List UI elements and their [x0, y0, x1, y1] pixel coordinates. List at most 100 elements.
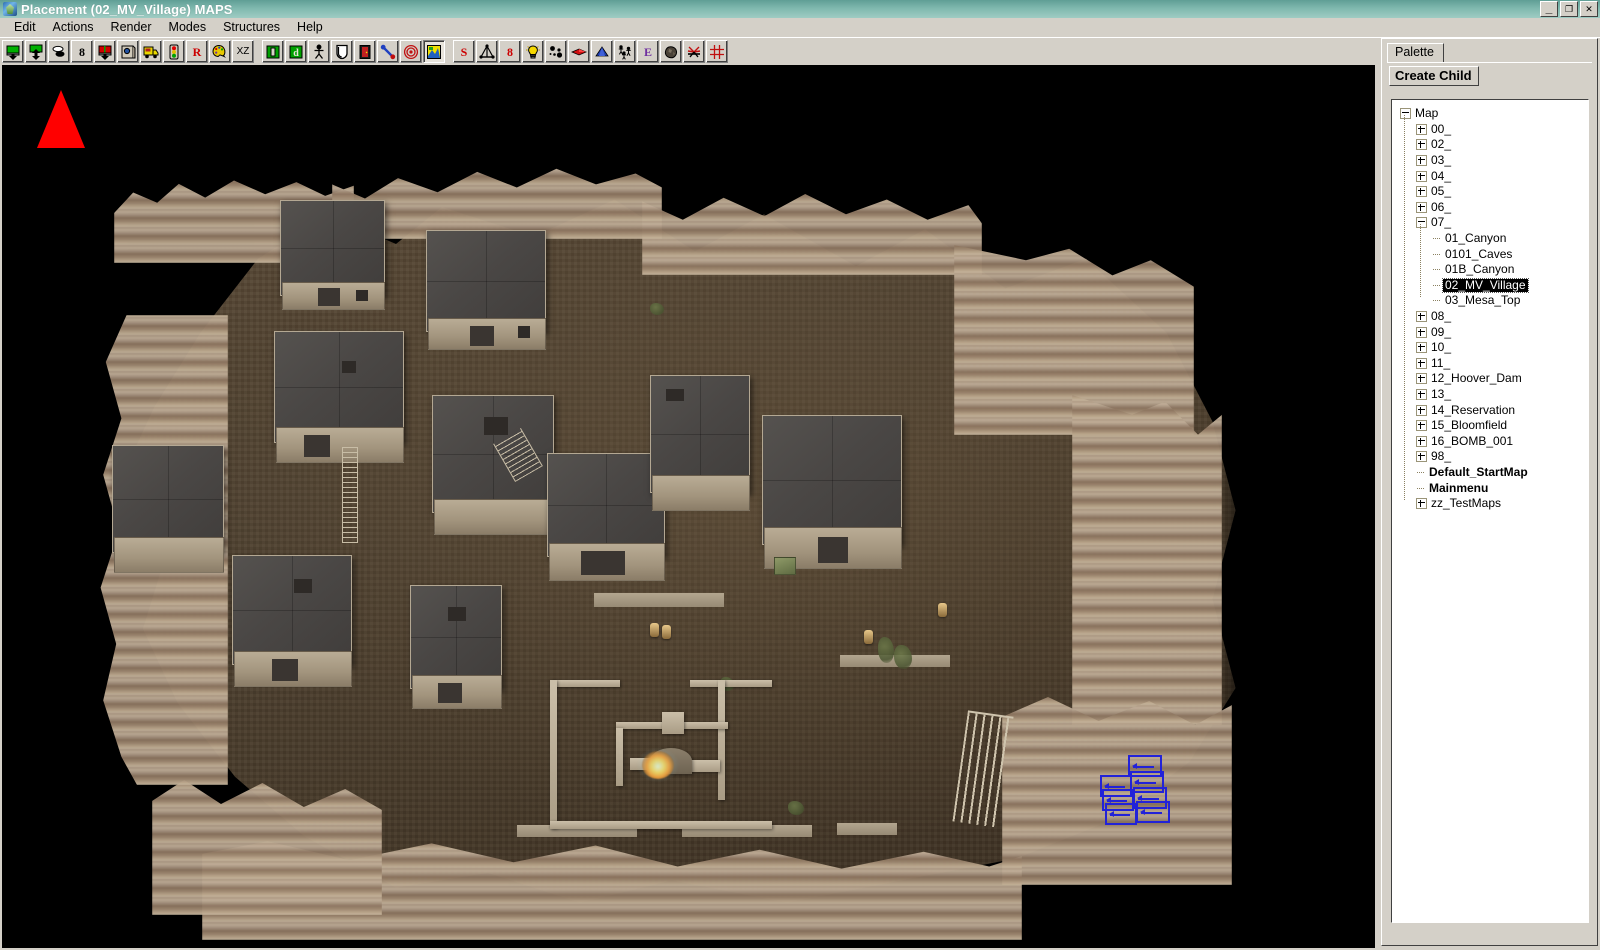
target-icon[interactable]	[400, 40, 422, 63]
expand-icon[interactable]	[1416, 357, 1427, 369]
expand-icon[interactable]	[1416, 498, 1427, 510]
effect-button[interactable]: E	[637, 40, 659, 63]
menu-item-structures[interactable]: Structures	[215, 19, 289, 35]
shrub-1	[878, 637, 894, 663]
restore-button[interactable]: ❐	[1560, 1, 1578, 17]
path-segment-mid	[594, 593, 724, 607]
expand-icon[interactable]	[1416, 373, 1427, 385]
expand-icon[interactable]	[1416, 451, 1427, 463]
compound-inner-wall-left	[616, 728, 623, 786]
crate-center	[774, 557, 796, 575]
expand-icon[interactable]	[1416, 326, 1427, 338]
texture-swatch-icon[interactable]	[423, 40, 445, 63]
tree-item-default-startmap[interactable]: Default_StartMap	[1392, 465, 1588, 481]
menu-item-render[interactable]: Render	[103, 19, 161, 35]
rock-icon[interactable]	[660, 40, 682, 63]
tree-item-label: 16_BOMB_001	[1431, 433, 1514, 448]
tree-item-13[interactable]: 13_	[1392, 387, 1588, 403]
tab-palette[interactable]: Palette	[1387, 43, 1444, 62]
explosion-icon[interactable]	[683, 40, 705, 63]
tree-item-mainmenu[interactable]: Mainmenu	[1392, 480, 1588, 496]
reference-button[interactable]: R	[186, 40, 208, 63]
tree-item-04[interactable]: 04_	[1392, 168, 1588, 184]
expand-icon[interactable]	[1416, 186, 1427, 198]
tree-item-08[interactable]: 08_	[1392, 309, 1588, 325]
expand-icon[interactable]	[1416, 311, 1427, 323]
traffic-light-icon[interactable]	[163, 40, 185, 63]
expand-icon[interactable]	[1416, 170, 1427, 182]
tree-item-16-bomb-001[interactable]: 16_BOMB_001	[1392, 433, 1588, 449]
tree-item-label: 13_	[1431, 386, 1452, 401]
blue-cone-icon[interactable]	[591, 40, 613, 63]
tree-item-06[interactable]: 06_	[1392, 200, 1588, 216]
tree-item-02-mv-village[interactable]: 02_MV_Village	[1392, 277, 1588, 294]
tree-item-10[interactable]: 10_	[1392, 340, 1588, 356]
count-button[interactable]: 8	[499, 40, 521, 63]
expand-icon[interactable]	[1416, 420, 1427, 432]
tree-item-01b-canyon[interactable]: 01B_Canyon	[1392, 262, 1588, 278]
tree-item-03[interactable]: 03_	[1392, 153, 1588, 169]
tree-item-15-bloomfield[interactable]: 15_Bloomfield	[1392, 418, 1588, 434]
minimize-button[interactable]: _	[1540, 1, 1558, 17]
collapse-icon[interactable]	[1416, 217, 1427, 229]
3d-render-viewport[interactable]	[2, 65, 1375, 948]
green-block-icon[interactable]	[262, 40, 284, 63]
shield-icon[interactable]	[331, 40, 353, 63]
tree-item-02[interactable]: 02_	[1392, 137, 1588, 153]
tree-item-98[interactable]: 98_	[1392, 449, 1588, 465]
building-n2	[426, 230, 546, 350]
particles-icon[interactable]	[545, 40, 567, 63]
monitor-align-icon[interactable]	[94, 40, 116, 63]
expand-icon[interactable]	[1416, 435, 1427, 447]
expand-icon[interactable]	[1416, 404, 1427, 416]
palette-panel: Palette Create Child Map 00_ 02_ 03_ 04_ 05_ 0…	[1381, 38, 1598, 946]
expand-icon[interactable]	[1416, 155, 1427, 167]
create-child-button[interactable]: Create Child	[1389, 66, 1479, 86]
compound-wall-bottom	[550, 821, 772, 829]
red-gem-icon[interactable]	[568, 40, 590, 63]
crowd-icon[interactable]	[614, 40, 636, 63]
tree-item-zz-testmaps[interactable]: zz_TestMaps	[1392, 496, 1588, 512]
green-d-icon[interactable]: d	[285, 40, 307, 63]
expand-icon[interactable]	[1416, 342, 1427, 354]
tree-item-0101-caves[interactable]: 0101_Caves	[1392, 246, 1588, 262]
menu-item-actions[interactable]: Actions	[45, 19, 103, 35]
tree-item-03-mesa-top[interactable]: 03_Mesa_Top	[1392, 293, 1588, 309]
monitor-arrow-up-icon[interactable]	[2, 40, 24, 63]
tree-item-09[interactable]: 09_	[1392, 324, 1588, 340]
menu-item-edit[interactable]: Edit	[6, 19, 45, 35]
tree-item-12-hoover-dam[interactable]: 12_Hoover_Dam	[1392, 371, 1588, 387]
sound-button[interactable]: S	[453, 40, 475, 63]
tree-item-map[interactable]: Map	[1392, 106, 1588, 122]
tree-item-11[interactable]: 11_	[1392, 356, 1588, 372]
expand-icon[interactable]	[1416, 201, 1427, 213]
tree-item-07[interactable]: 07_	[1392, 215, 1588, 231]
monitor-arrow-down-icon[interactable]	[25, 40, 47, 63]
tree-item-14-reservation[interactable]: 14_Reservation	[1392, 402, 1588, 418]
expand-icon[interactable]	[1416, 139, 1427, 151]
palette-icon[interactable]	[209, 40, 231, 63]
grid-icon[interactable]	[706, 40, 728, 63]
truck-icon[interactable]	[140, 40, 162, 63]
box-preview-icon[interactable]	[117, 40, 139, 63]
triangle-mesh-icon[interactable]	[476, 40, 498, 63]
close-button[interactable]: ✕	[1580, 1, 1598, 17]
tree-item-01-canyon[interactable]: 01_Canyon	[1392, 231, 1588, 247]
tree-item-label: zz_TestMaps	[1431, 496, 1502, 511]
lightbulb-icon[interactable]	[522, 40, 544, 63]
menu-item-help[interactable]: Help	[289, 19, 332, 35]
expand-icon[interactable]	[1416, 123, 1427, 135]
red-door-icon[interactable]	[354, 40, 376, 63]
xz-plane-button[interactable]: XZ	[232, 40, 254, 63]
menu-item-modes[interactable]: Modes	[161, 19, 216, 35]
stick-figure-icon[interactable]	[308, 40, 330, 63]
collapse-icon[interactable]	[1400, 108, 1411, 120]
dumbbell-link-icon[interactable]	[377, 40, 399, 63]
tree-item-00[interactable]: 00_	[1392, 122, 1588, 138]
tree-item-05[interactable]: 05_	[1392, 184, 1588, 200]
expand-icon[interactable]	[1416, 388, 1427, 400]
shrub-5	[650, 303, 664, 315]
map-tree-box[interactable]: Map 00_ 02_ 03_ 04_ 05_ 06_ 07_ 01_Canyon 0101_Ca…	[1391, 99, 1589, 923]
grid-size-button[interactable]: 8	[71, 40, 93, 63]
drop-object-icon[interactable]	[48, 40, 70, 63]
